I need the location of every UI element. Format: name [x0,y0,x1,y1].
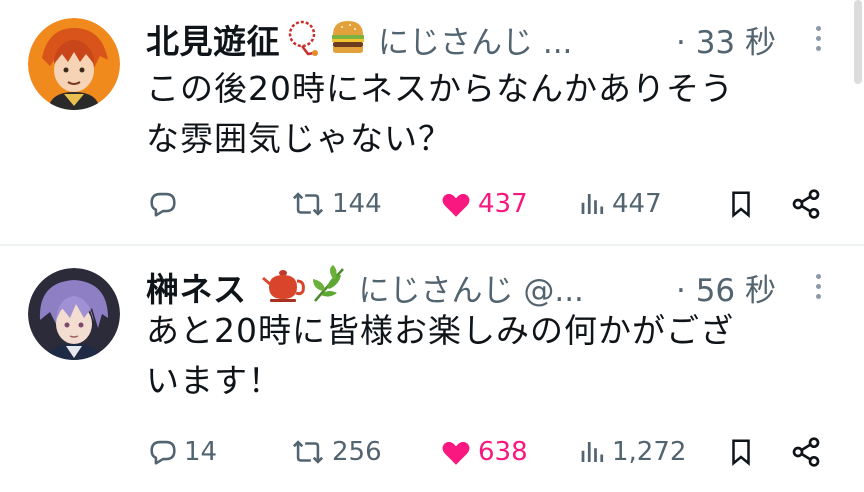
share-button[interactable] [790,184,822,224]
scrollbar-thumb[interactable] [854,0,862,84]
retweet-icon [292,440,324,464]
tweet-text-line: います！ [146,361,282,400]
teapot-icon [261,265,305,309]
views-button[interactable]: 1,272 [578,432,686,472]
tweet-text: この後20時にネスからなんかありそう な雰囲気じゃない？ [146,64,836,164]
avatar[interactable] [28,18,120,110]
like-button[interactable]: 638 [438,432,528,472]
herb-icon [309,265,349,309]
share-icon [792,437,820,467]
reply-icon [150,192,176,217]
retweet-count: 256 [332,437,382,467]
views-button[interactable]: 447 [578,184,662,224]
hamburger-icon [328,17,368,61]
prayer-beads-icon [284,17,324,61]
more-options-icon[interactable] [814,274,822,302]
share-button[interactable] [790,432,822,472]
tweet[interactable]: 北見遊征 にじさんじ ... · 33 秒 この後20時にネスからなんかありそう… [0,0,848,244]
heart-icon [442,441,470,465]
tweet-text-line: この後20時にネスからなんかありそう [146,69,734,108]
like-count: 437 [478,189,528,219]
bookmark-icon [732,439,750,466]
reply-count: 14 [184,437,218,467]
bookmark-button[interactable] [726,432,756,472]
like-button[interactable]: 437 [438,184,528,224]
avatar[interactable] [28,268,120,360]
retweet-count: 144 [332,189,382,219]
author-handle[interactable]: にじさんじ ... [378,17,572,62]
author-handle[interactable]: にじさんじ @... [359,265,584,310]
reply-icon [150,440,176,465]
tweet-header: 北見遊征 にじさんじ ... · 33 秒 [146,16,836,62]
bookmark-icon [732,191,750,218]
tweet-actions: 14 256 638 1,272 [146,432,836,472]
retweet-icon [292,192,324,216]
author-name[interactable]: 北見遊征 [146,15,280,63]
reply-button[interactable] [146,184,184,224]
heart-icon [442,193,470,217]
timestamp[interactable]: · 56 秒 [676,265,776,310]
views-icon [581,442,604,462]
view-count: 447 [612,189,662,219]
tweet-actions: 144 437 447 [146,184,836,224]
tweet-header: 榊ネス にじさんじ @... · 56 秒 [146,264,836,310]
retweet-button[interactable]: 256 [288,432,382,472]
tweet-text-line: な雰囲気じゃない？ [146,119,452,158]
author-name[interactable]: 榊ネス [146,263,247,311]
tweet-text-line: あと20時に皆様お楽しみの何かがござ [146,311,734,350]
bookmark-button[interactable] [726,184,756,224]
more-options-icon[interactable] [814,26,822,54]
share-icon [792,189,820,219]
views-icon [581,194,604,214]
reply-button[interactable]: 14 [146,432,217,472]
tweet[interactable]: 榊ネス にじさんじ @... · 56 秒 あと20時に皆様お楽しみの何かがござ… [0,246,848,492]
timestamp[interactable]: · 33 秒 [676,17,776,62]
view-count: 1,272 [612,437,687,467]
tweet-text: あと20時に皆様お楽しみの何かがござ います！ [146,306,836,406]
scrollbar[interactable] [852,0,864,492]
like-count: 638 [478,437,528,467]
retweet-button[interactable]: 144 [288,184,382,224]
